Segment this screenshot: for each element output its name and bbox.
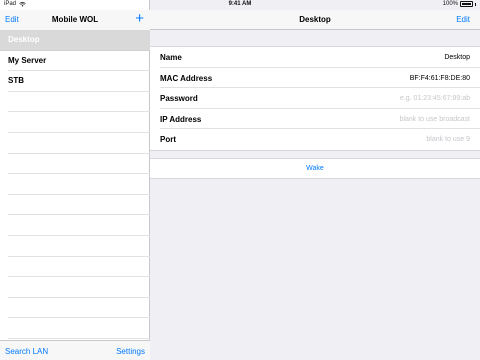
empty-row <box>8 112 150 133</box>
detail-edit-button[interactable]: Edit <box>456 15 470 24</box>
detail-pane: Desktop Edit Name Desktop MAC Address BF… <box>150 0 480 360</box>
mac-field[interactable]: BF:F4:61:F8:DE:80 <box>410 75 470 82</box>
empty-row <box>8 92 150 113</box>
port-label: Port <box>160 135 176 145</box>
ip-field[interactable]: blank to use broadcast <box>400 116 470 123</box>
master-toolbar: Search LAN Settings <box>0 340 150 360</box>
ipad-screen: Edit Mobile WOL + Desktop My Server STB … <box>0 0 480 360</box>
empty-row <box>8 298 150 319</box>
empty-row <box>8 154 150 175</box>
settings-button[interactable]: Settings <box>116 347 145 356</box>
wake-button[interactable]: Wake <box>150 158 480 179</box>
ip-label: IP Address <box>160 114 202 124</box>
status-bar: iPad 9:41 AM 100% <box>0 0 480 10</box>
battery-percent: 100% <box>442 1 458 7</box>
password-row: Password e.g. 01:23:45:67:89:ab <box>160 88 480 109</box>
list-item-stb[interactable]: STB <box>8 71 150 92</box>
name-label: Name <box>160 53 182 62</box>
detail-title: Desktop <box>299 15 331 24</box>
port-field[interactable]: blank to use 9 <box>426 136 470 143</box>
status-time: 9:41 AM <box>228 1 252 7</box>
empty-row <box>8 215 150 236</box>
device-list: Desktop My Server STB <box>0 30 150 339</box>
ip-row: IP Address blank to use broadcast <box>160 109 480 130</box>
battery-icon <box>460 1 473 7</box>
master-pane: Edit Mobile WOL + Desktop My Server STB … <box>0 0 150 360</box>
add-icon[interactable]: + <box>135 11 144 26</box>
detail-nav-bar: Desktop Edit <box>150 10 480 30</box>
password-field[interactable]: e.g. 01:23:45:67:89:ab <box>400 95 470 102</box>
empty-row <box>8 236 150 257</box>
mac-label: MAC Address <box>160 73 213 83</box>
list-item-my-server[interactable]: My Server <box>8 51 150 72</box>
master-edit-button[interactable]: Edit <box>5 15 19 24</box>
status-right: 100% <box>443 1 476 7</box>
battery-tip <box>475 2 476 6</box>
empty-row <box>8 133 150 154</box>
master-nav-bar: Edit Mobile WOL + <box>0 10 150 30</box>
search-lan-button[interactable]: Search LAN <box>5 347 48 356</box>
device-form: Name Desktop MAC Address BF:F4:61:F8:DE:… <box>150 46 480 151</box>
empty-row <box>8 277 150 298</box>
empty-row <box>8 174 150 195</box>
empty-row <box>8 195 150 216</box>
empty-row <box>8 318 150 339</box>
master-title: Mobile WOL <box>51 15 99 24</box>
list-item-desktop[interactable]: Desktop <box>0 30 150 51</box>
empty-row <box>8 257 150 278</box>
password-label: Password <box>160 94 198 104</box>
name-row: Name Desktop <box>160 47 480 68</box>
mac-row: MAC Address BF:F4:61:F8:DE:80 <box>160 68 480 89</box>
name-field[interactable]: Desktop <box>444 54 470 61</box>
port-row: Port blank to use 9 <box>160 129 480 150</box>
